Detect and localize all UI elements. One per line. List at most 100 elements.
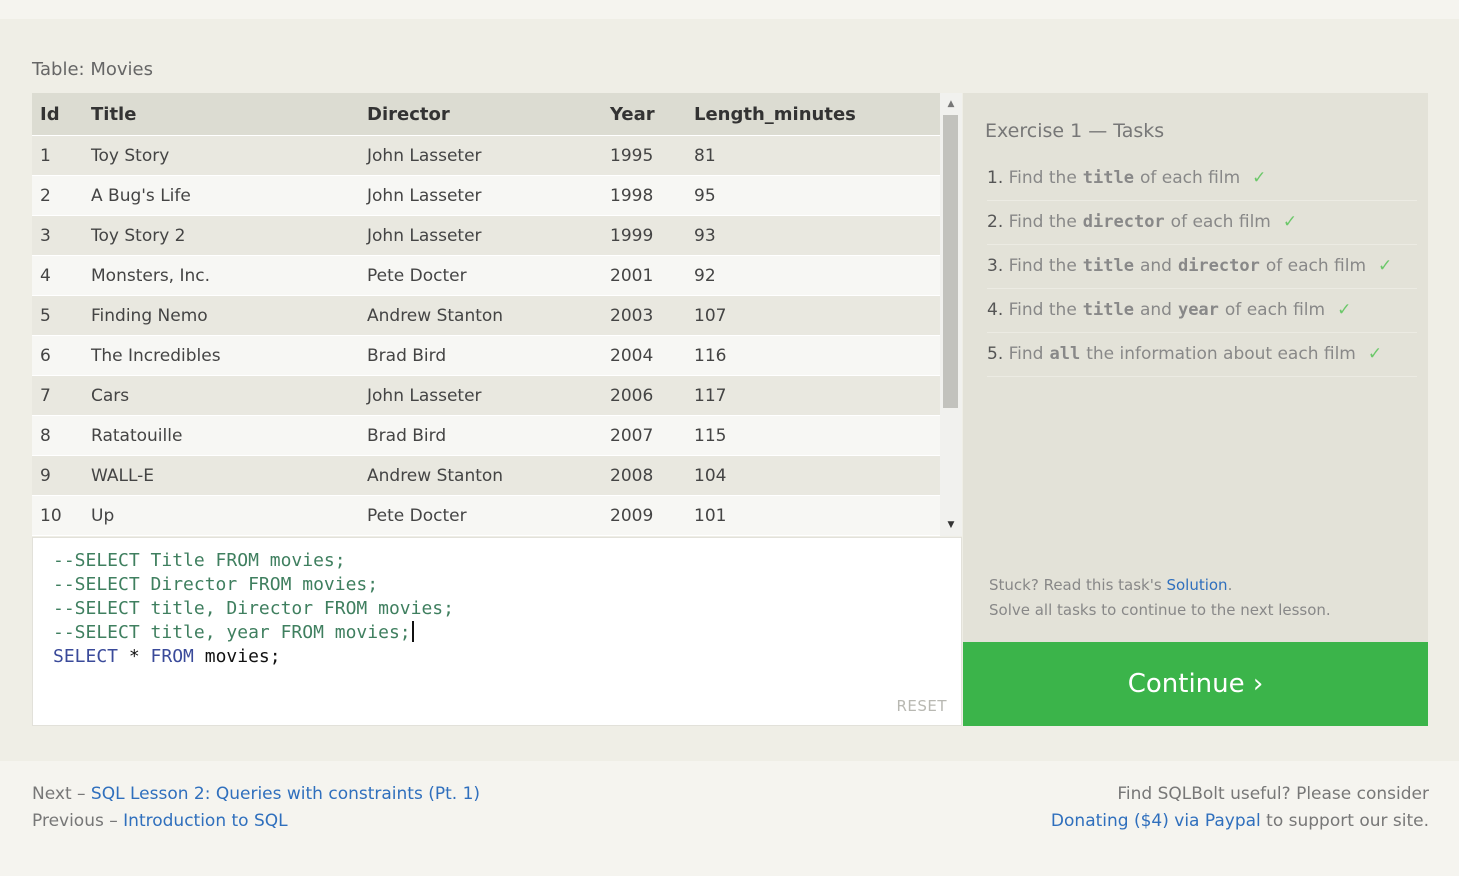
cell-director: Pete Docter <box>359 255 602 296</box>
cell-title: The Incredibles <box>83 335 359 376</box>
task-column-keyword: director <box>1177 256 1260 276</box>
cell-length: 115 <box>686 415 940 456</box>
table-scrollbar[interactable]: ▲ ▼ <box>940 93 962 536</box>
task-item: 5. Find all the information about each fil… <box>987 333 1417 377</box>
task-text: the information about each film <box>1086 344 1356 364</box>
donate-line: Find SQLBolt useful? Please consider <box>1117 784 1429 804</box>
cell-director: John Lasseter <box>359 375 602 416</box>
checkmark-icon: ✓ <box>1337 300 1352 320</box>
donate-link[interactable]: Donating ($4) via Paypal <box>1051 811 1261 831</box>
cell-director: Andrew Stanton <box>359 295 602 336</box>
code-line: --SELECT Director FROM movies; <box>53 574 379 595</box>
cell-year: 2009 <box>602 495 686 535</box>
task-text: Find the <box>1008 256 1077 276</box>
cell-year: 2008 <box>602 455 686 496</box>
task-text: of each film <box>1139 168 1241 188</box>
column-header-director: Director <box>359 93 602 136</box>
checkmark-icon: ✓ <box>1378 256 1393 276</box>
task-number: 4. <box>987 300 1004 320</box>
cell-year: 2007 <box>602 415 686 456</box>
donation-note: Find SQLBolt useful? Please consider Don… <box>1051 781 1429 835</box>
continue-button[interactable]: Continue › <box>963 642 1428 726</box>
cell-director: John Lasseter <box>359 135 602 176</box>
task-number: 1. <box>987 168 1004 188</box>
cell-id: 9 <box>32 455 83 496</box>
task-column-keyword: all <box>1049 344 1081 364</box>
cell-id: 7 <box>32 375 83 416</box>
task-item: 4. Find the title and year of each film ✓ <box>987 289 1417 333</box>
task-number: 5. <box>987 344 1004 364</box>
cell-title: WALL-E <box>83 455 359 496</box>
task-text: of each film <box>1170 212 1271 232</box>
task-item: 1. Find the title of each film ✓ <box>987 157 1417 201</box>
scroll-up-arrow-icon[interactable]: ▲ <box>940 96 962 112</box>
table-row: 6 The Incredibles Brad Bird 2004 116 <box>32 335 940 376</box>
cell-length: 107 <box>686 295 940 336</box>
code-line: --SELECT title, year FROM movies; <box>53 621 414 645</box>
results-table: Id Title Director Year Length_minutes 1T… <box>32 93 940 535</box>
column-header-title: Title <box>83 93 359 136</box>
task-item: 3. Find the title and director of each film ✓ <box>987 245 1417 289</box>
task-column-keyword: year <box>1177 300 1219 320</box>
code-line: --SELECT title, Director FROM movies; <box>53 598 454 619</box>
solution-link[interactable]: Solution <box>1166 576 1227 594</box>
stuck-prefix: Stuck? Read this task's <box>989 576 1167 594</box>
cell-id: 4 <box>32 255 83 296</box>
sql-editor[interactable]: --SELECT Title FROM movies; --SELECT Dir… <box>32 537 962 726</box>
cell-title: Up <box>83 495 359 535</box>
column-header-length: Length_minutes <box>686 93 940 136</box>
task-column-keyword: director <box>1082 212 1165 232</box>
next-lesson-link[interactable]: SQL Lesson 2: Queries with constraints (… <box>91 784 480 804</box>
table-row: 7 Cars John Lasseter 2006 117 <box>32 375 940 416</box>
cell-year: 1995 <box>602 135 686 176</box>
text-cursor <box>411 621 414 642</box>
cell-year: 1998 <box>602 175 686 216</box>
task-column-keyword: title <box>1082 256 1134 276</box>
cell-length: 92 <box>686 255 940 296</box>
table-header-row: Id Title Director Year Length_minutes <box>32 93 940 136</box>
lesson-navigation: Next – SQL Lesson 2: Queries with constr… <box>32 781 480 835</box>
keyword-from: FROM <box>150 646 194 667</box>
checkmark-icon: ✓ <box>1252 168 1267 188</box>
cell-length: 116 <box>686 335 940 376</box>
task-text: Find <box>1008 344 1044 364</box>
table-row: 3 Toy Story 2 John Lasseter 1999 93 <box>32 215 940 256</box>
reset-button[interactable]: RESET <box>896 697 947 715</box>
cell-length: 95 <box>686 175 940 216</box>
stuck-help: Stuck? Read this task's Solution. Solve … <box>989 573 1331 623</box>
scroll-down-arrow-icon[interactable]: ▼ <box>940 517 962 533</box>
table-body: 1 Toy Story John Lasseter 1995 81 2 A Bug's Li… <box>32 135 940 535</box>
table-row: 8 Ratatouille Brad Bird 2007 115 <box>32 415 940 456</box>
cell-director: Brad Bird <box>359 415 602 456</box>
cell-year: 1999 <box>602 215 686 256</box>
cell-director: John Lasseter <box>359 175 602 216</box>
tasks-title: Exercise 1 — Tasks <box>985 120 1165 142</box>
task-number: 3. <box>987 256 1004 276</box>
task-text: of each film <box>1265 256 1367 276</box>
cell-id: 1 <box>32 135 83 176</box>
task-list: 1. Find the title of each film ✓ 2. Find the… <box>987 157 1417 377</box>
cell-title: Finding Nemo <box>83 295 359 336</box>
cell-length: 93 <box>686 215 940 256</box>
cell-year: 2006 <box>602 375 686 416</box>
cell-director: Andrew Stanton <box>359 455 602 496</box>
keyword-select: SELECT <box>53 646 119 667</box>
cell-year: 2004 <box>602 335 686 376</box>
tasks-panel: Exercise 1 — Tasks 1. Find the title of ea… <box>963 93 1428 642</box>
cell-length: 104 <box>686 455 940 496</box>
previous-prefix: Previous – <box>32 811 124 831</box>
table-row: 1 Toy Story John Lasseter 1995 81 <box>32 135 940 176</box>
table-row: 4 Monsters, Inc. Pete Docter 2001 92 <box>32 255 940 296</box>
previous-lesson-link[interactable]: Introduction to SQL <box>123 811 287 831</box>
cell-id: 3 <box>32 215 83 256</box>
task-item: 2. Find the director of each film ✓ <box>987 201 1417 245</box>
task-text: Find the <box>1008 212 1077 232</box>
task-column-keyword: title <box>1082 168 1134 188</box>
task-column-keyword: title <box>1082 300 1134 320</box>
cell-title: Toy Story 2 <box>83 215 359 256</box>
checkmark-icon: ✓ <box>1282 212 1298 232</box>
cell-title: Ratatouille <box>83 415 359 456</box>
task-text: and <box>1139 300 1172 320</box>
checkmark-icon: ✓ <box>1367 344 1383 364</box>
scroll-thumb[interactable] <box>943 115 958 408</box>
